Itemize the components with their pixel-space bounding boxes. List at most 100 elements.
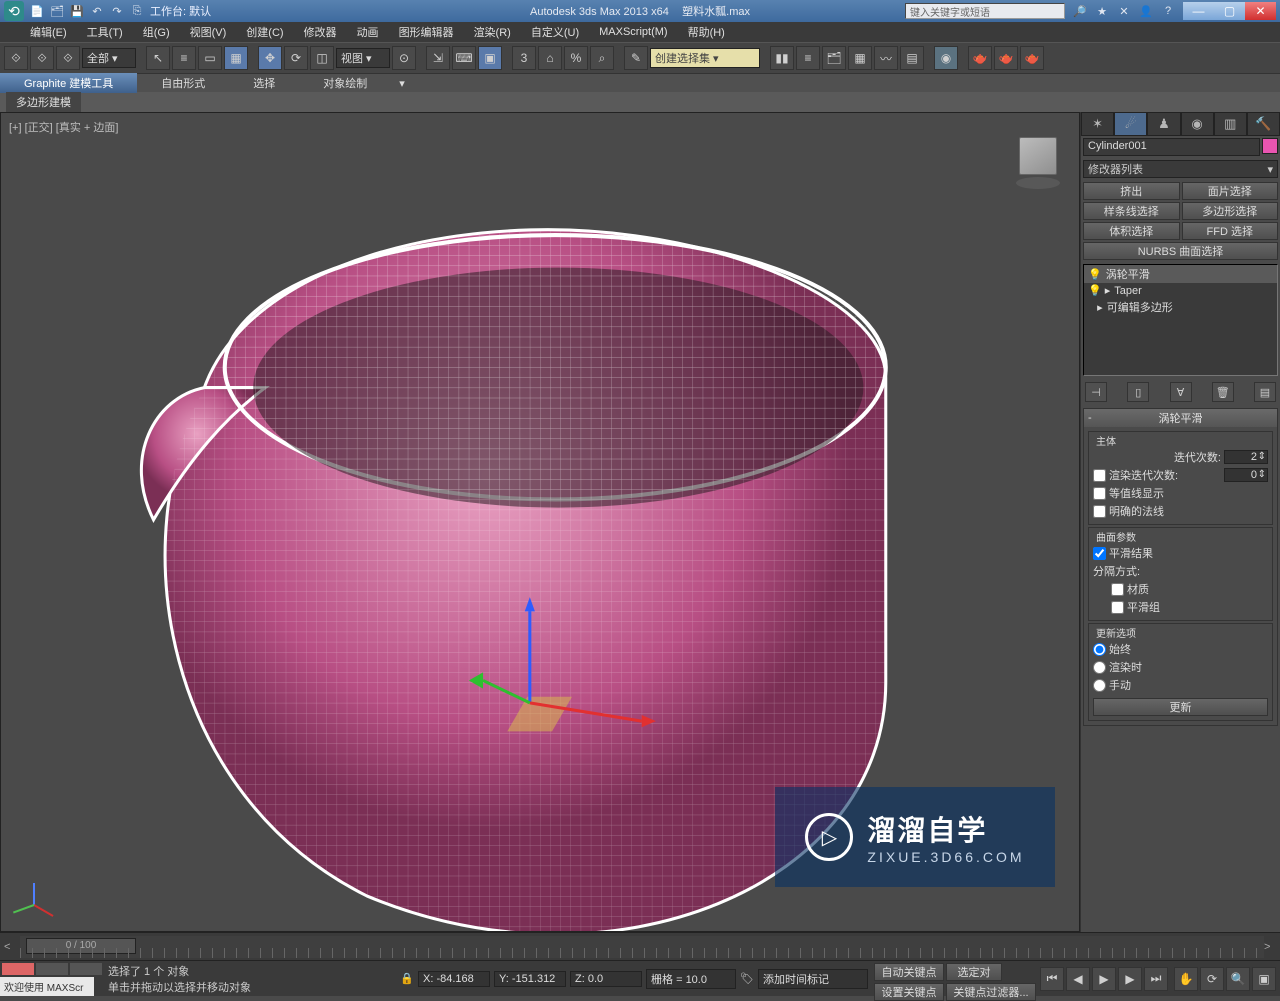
pan-icon[interactable]: ✋ xyxy=(1174,967,1198,991)
tab-hierarchy-icon[interactable]: ♟ xyxy=(1147,112,1180,136)
menu-customize[interactable]: 自定义(U) xyxy=(531,24,579,40)
mirror-icon[interactable]: ▮▮ xyxy=(770,46,794,70)
percent-snap-icon[interactable]: % xyxy=(564,46,588,70)
menu-tools[interactable]: 工具(T) xyxy=(87,24,123,40)
signin-icon[interactable]: 👤 xyxy=(1137,2,1155,20)
snap-toggle-icon[interactable]: 3 xyxy=(512,46,536,70)
goto-end-icon[interactable]: ⏭ xyxy=(1144,967,1168,991)
cursor-icon[interactable]: ↖ xyxy=(146,46,170,70)
object-color-swatch[interactable] xyxy=(1262,138,1278,154)
rect-select-icon[interactable]: ▭ xyxy=(198,46,222,70)
script-chip[interactable] xyxy=(36,963,68,975)
menu-grapheditors[interactable]: 图形编辑器 xyxy=(399,24,454,40)
redo-icon[interactable]: ↷ xyxy=(108,2,126,20)
scale-tool[interactable]: ◫ xyxy=(310,46,334,70)
pin-stack-icon[interactable]: ⊣ xyxy=(1085,382,1107,402)
rotate-tool[interactable]: ⟳ xyxy=(284,46,308,70)
mod-btn-polysel[interactable]: 多边形选择 xyxy=(1182,202,1279,220)
next-frame-icon[interactable]: ▶ xyxy=(1118,967,1142,991)
zoom-icon[interactable]: 🔍 xyxy=(1226,967,1250,991)
time-slider[interactable]: 0 / 100 xyxy=(20,936,1264,958)
stack-item-turbosmooth[interactable]: 💡涡轮平滑 xyxy=(1084,265,1277,283)
auto-key-button[interactable]: 自动关键点 xyxy=(874,963,944,981)
tab-utilities-icon[interactable]: 🔨 xyxy=(1247,112,1280,136)
track-bar[interactable]: < 0 / 100 > xyxy=(0,932,1280,960)
named-sel-edit-icon[interactable]: ✎ xyxy=(624,46,648,70)
render-icon[interactable]: 🫖 xyxy=(1020,46,1044,70)
smoothgrp-check[interactable] xyxy=(1111,601,1124,614)
help-search[interactable]: 键入关键字或短语 xyxy=(905,3,1065,19)
close-button[interactable]: ✕ xyxy=(1245,2,1276,20)
menu-edit[interactable]: 编辑(E) xyxy=(30,24,67,40)
menu-modifiers[interactable]: 修改器 xyxy=(304,24,337,40)
manip-icon[interactable]: ⇲ xyxy=(426,46,450,70)
graphite-tab-select[interactable]: 选择 xyxy=(229,73,299,93)
max-viewport-icon[interactable]: ▣ xyxy=(1252,967,1276,991)
show-end-result-icon[interactable]: ▯ xyxy=(1127,382,1149,402)
tab-display-icon[interactable]: ▥ xyxy=(1214,112,1247,136)
mod-btn-volsel[interactable]: 体积选择 xyxy=(1083,222,1180,240)
mod-btn-splinesel[interactable]: 样条线选择 xyxy=(1083,202,1180,220)
update-manual-radio[interactable] xyxy=(1093,679,1106,692)
exchange-icon[interactable]: ✕ xyxy=(1115,2,1133,20)
viewport[interactable]: [+] [正交] [真实 + 边面] xyxy=(0,112,1080,932)
key-filter-button[interactable]: 关键点过滤器... xyxy=(946,983,1036,1001)
spinner-snap-icon[interactable]: ⌕ xyxy=(590,46,614,70)
modifier-stack[interactable]: 💡涡轮平滑 💡 ▸Taper ▸可编辑多边形 xyxy=(1083,264,1278,376)
graphite-tab-paint[interactable]: 对象绘制 xyxy=(299,73,391,93)
help-icon[interactable]: ? xyxy=(1159,2,1177,20)
coord-y[interactable]: Y: -151.312 xyxy=(494,971,566,987)
sel-key-button[interactable]: 选定对 xyxy=(946,963,1002,981)
update-button[interactable]: 更新 xyxy=(1093,698,1268,716)
graphite-expand-icon[interactable]: ▾ xyxy=(391,75,413,92)
stack-item-editpoly[interactable]: ▸可编辑多边形 xyxy=(1084,298,1277,316)
unlink-tool[interactable]: ⟐ xyxy=(30,46,54,70)
play-icon[interactable]: ▶ xyxy=(1092,967,1116,991)
coord-z[interactable]: Z: 0.0 xyxy=(570,971,642,987)
track-right-icon[interactable]: > xyxy=(1264,941,1280,953)
make-unique-icon[interactable]: ∀ xyxy=(1170,382,1192,402)
mod-btn-nurbs[interactable]: NURBS 曲面选择 xyxy=(1083,242,1278,260)
menu-animation[interactable]: 动画 xyxy=(357,24,379,40)
mod-btn-facesel[interactable]: 面片选择 xyxy=(1182,182,1279,200)
pivot-icon[interactable]: ⊙ xyxy=(392,46,416,70)
byname-icon[interactable]: ≡ xyxy=(172,46,196,70)
render-iter-check[interactable] xyxy=(1093,469,1106,482)
open-icon[interactable]: 🗂 xyxy=(48,2,66,20)
rollout-header[interactable]: -涡轮平滑 xyxy=(1084,409,1277,427)
workspace-label[interactable]: 工作台: 默认 xyxy=(150,3,211,19)
remove-modifier-icon[interactable]: 🗑 xyxy=(1212,382,1234,402)
save-icon[interactable]: 💾 xyxy=(68,2,86,20)
add-time-tag[interactable]: 添加时间标记 xyxy=(758,969,868,989)
link-icon[interactable]: ⎘ xyxy=(128,2,146,20)
star-icon[interactable]: ★ xyxy=(1093,2,1111,20)
angle-snap-icon[interactable]: ⌂ xyxy=(538,46,562,70)
menu-group[interactable]: 组(G) xyxy=(143,24,170,40)
align-icon[interactable]: ≡ xyxy=(796,46,820,70)
track-left-icon[interactable]: < xyxy=(4,941,20,953)
stack-item-taper[interactable]: 💡 ▸Taper xyxy=(1084,283,1277,298)
mod-btn-extrude[interactable]: 挤出 xyxy=(1083,182,1180,200)
macro-recorder[interactable]: 欢迎使用 MAXScr xyxy=(0,977,94,996)
menu-render[interactable]: 渲染(R) xyxy=(474,24,511,40)
tab-create-icon[interactable]: ✶ xyxy=(1081,112,1114,136)
update-always-radio[interactable] xyxy=(1093,643,1106,656)
window-crossing-icon[interactable]: ▦ xyxy=(224,46,248,70)
graphite-icon[interactable]: ▦ xyxy=(848,46,872,70)
configure-sets-icon[interactable]: ▤ xyxy=(1254,382,1276,402)
mod-btn-ffdsel[interactable]: FFD 选择 xyxy=(1182,222,1279,240)
minimize-button[interactable]: — xyxy=(1183,2,1214,20)
new-dropdown-icon[interactable]: 📄 xyxy=(28,2,46,20)
menu-views[interactable]: 视图(V) xyxy=(190,24,227,40)
smooth-result-check[interactable] xyxy=(1093,547,1106,560)
poly-model-panel[interactable]: 多边形建模 xyxy=(6,92,81,112)
keyb-icon[interactable]: ⌨ xyxy=(452,46,476,70)
link-tool[interactable]: ⟐ xyxy=(4,46,28,70)
ref-coord-sys[interactable]: 视图▾ xyxy=(336,48,390,68)
undo-icon[interactable]: ↶ xyxy=(88,2,106,20)
menu-create[interactable]: 创建(C) xyxy=(246,24,283,40)
explicit-normals-check[interactable] xyxy=(1093,505,1106,518)
orbit-icon[interactable]: ⟳ xyxy=(1200,967,1224,991)
material-editor-icon[interactable]: ◉ xyxy=(934,46,958,70)
lock-icon[interactable]: 🔒 xyxy=(400,972,414,985)
